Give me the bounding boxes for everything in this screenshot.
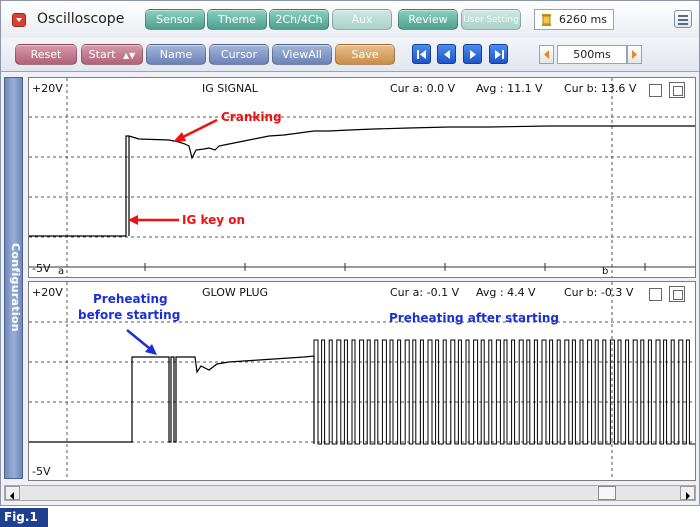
ch1-cur-b: Cur b: 13.6 V [564, 82, 637, 95]
ch1-ymax-label: +20V [32, 82, 63, 95]
arrow-right-icon [686, 492, 690, 500]
start-label: Start [88, 48, 116, 61]
first-frame-button[interactable] [412, 44, 431, 64]
cranking-annotation: Cranking [221, 110, 282, 124]
start-button[interactable]: Start ▲▼ [81, 44, 143, 65]
configuration-tab-label: Configuration [9, 243, 22, 332]
title-bar: Oscilloscope Sensor Theme 2Ch/4Ch Aux Re… [1, 1, 699, 38]
prev-frame-button[interactable] [437, 44, 456, 64]
ch2-cur-b: Cur b: -0.3 V [564, 286, 634, 299]
ch2-cur-a: Cur a: -0.1 V [390, 286, 460, 299]
ch2-ymax-label: +20V [32, 286, 63, 299]
configuration-tab[interactable]: Configuration [4, 77, 23, 479]
ig-signal-trace [29, 125, 695, 237]
app-title: Oscilloscope [37, 11, 125, 27]
ch1-ymin-label: -5V [32, 262, 51, 275]
next-frame-button[interactable] [463, 44, 482, 64]
ch2-checkbox[interactable] [649, 288, 662, 301]
channel-toggle-button[interactable]: 2Ch/4Ch [269, 9, 329, 30]
interval-increase-button[interactable] [627, 45, 642, 64]
channel-1-plot[interactable]: +20V -5V a b IG SIGNAL Cur a: 0.0 V Avg … [28, 77, 696, 278]
last-frame-button[interactable] [489, 44, 508, 64]
cursor-b-marker[interactable]: b [602, 266, 608, 277]
app-menu-icon[interactable] [12, 13, 26, 27]
ch1-title: IG SIGNAL [202, 82, 258, 95]
scroll-left-button[interactable] [5, 486, 20, 500]
preheat-after-annotation: Preheating after starting [389, 311, 559, 325]
ch2-ymin-label: -5V [32, 465, 51, 478]
preheat-before-annotation-line1: Preheating [93, 292, 168, 306]
save-button[interactable]: Save [335, 44, 395, 65]
theme-button[interactable]: Theme [207, 9, 267, 30]
ch2-avg: Avg : 4.4 V [476, 286, 536, 299]
scroll-right-button[interactable] [680, 486, 695, 500]
preheat-before-annotation-line2: before starting [78, 308, 181, 322]
reset-button[interactable]: Reset [15, 44, 77, 65]
ch2-title: GLOW PLUG [202, 286, 269, 299]
ig-key-on-annotation: IG key on [182, 213, 246, 227]
time-value: 6260 ms [559, 13, 607, 26]
glow-plug-pulses [313, 339, 695, 445]
ch1-cur-a: Cur a: 0.0 V [390, 82, 456, 95]
ch1-avg: Avg : 11.1 V [476, 82, 543, 95]
channel-2-plot[interactable]: +20V -5V GLOW PLUG Cur a: -0.1 V Avg : 4… [28, 281, 696, 481]
updown-icon: ▲▼ [123, 51, 136, 60]
scroll-thumb[interactable] [598, 486, 616, 500]
aux-button[interactable]: Aux [332, 9, 392, 30]
time-display: 6260 ms [534, 9, 614, 30]
sensor-button[interactable]: Sensor [145, 9, 205, 30]
horizontal-scrollbar[interactable] [4, 485, 696, 501]
review-button[interactable]: Review [398, 9, 458, 30]
figure-label: Fig.1 [0, 508, 48, 527]
ch1-checkbox[interactable] [649, 84, 662, 97]
skip-forward-icon [495, 50, 504, 59]
triangle-right-icon [632, 50, 637, 59]
channel-1-graph[interactable] [29, 78, 695, 277]
skip-back-icon [417, 50, 426, 59]
timer-icon [541, 13, 552, 26]
menu-icon[interactable] [674, 10, 692, 28]
ch2-maximize-icon[interactable] [669, 286, 685, 302]
oscilloscope-window: Oscilloscope Sensor Theme 2Ch/4Ch Aux Re… [0, 0, 700, 506]
cursor-a-marker[interactable]: a [58, 266, 64, 277]
cursor-button[interactable]: Cursor [209, 44, 269, 65]
view-all-button[interactable]: ViewAll [272, 44, 332, 65]
play-forward-icon [470, 50, 476, 59]
ch1-maximize-icon[interactable] [669, 82, 685, 98]
play-back-icon [444, 50, 450, 59]
arrow-left-icon [10, 492, 14, 500]
name-button[interactable]: Name [146, 44, 206, 65]
triangle-left-icon [544, 50, 549, 59]
user-setting-button[interactable]: User Setting [461, 9, 521, 30]
interval-display: 500ms [557, 45, 627, 64]
interval-decrease-button[interactable] [539, 45, 554, 64]
glow-plug-trace [29, 355, 315, 444]
